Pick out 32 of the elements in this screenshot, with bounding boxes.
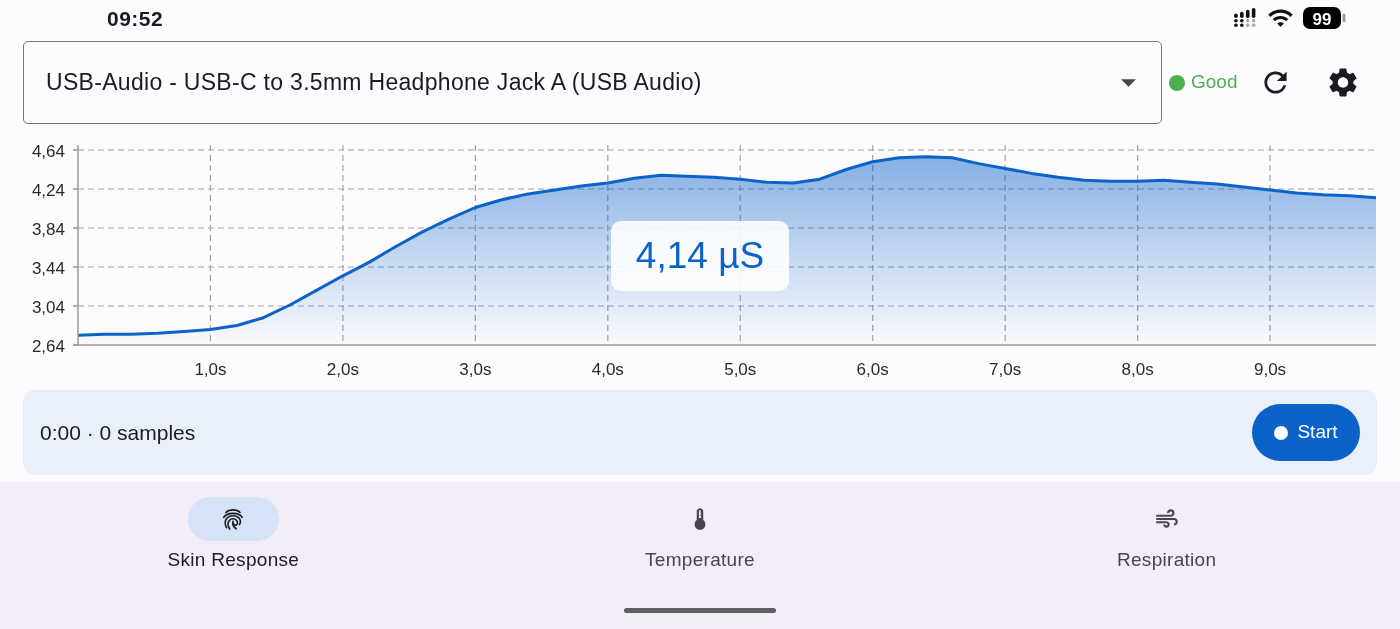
signal-icon: [1232, 8, 1258, 28]
x-axis-label: 9,0s: [1253, 360, 1287, 379]
y-axis-label: 4,64: [31, 141, 65, 161]
nav-tab[interactable]: Skin Response: [0, 482, 467, 572]
y-axis-label: 3,84: [31, 219, 65, 239]
nav-tab[interactable]: Temperature: [466, 482, 934, 572]
current-reading: 4,14 µS: [611, 221, 789, 291]
recording-summary: 0:00 · 0 samples: [40, 419, 196, 446]
x-axis-label: 7,0s: [989, 360, 1022, 379]
device-select[interactable]: USB-Audio - USB-C to 3.5mm Headphone Jack A (USB Audio): [23, 41, 1162, 124]
x-axis-label: 6,0s: [856, 360, 889, 379]
y-axis-label: 3,04: [31, 297, 65, 317]
dropdown-caret-icon: [1121, 78, 1136, 87]
x-axis-label: 5,0s: [724, 360, 757, 379]
record-dot-icon: [1274, 425, 1289, 440]
nav-tab[interactable]: Respiration: [933, 482, 1400, 572]
status-label: Good: [1191, 70, 1238, 95]
y-axis-label: 4,24: [31, 180, 65, 200]
x-axis-label: 3,0s: [459, 360, 492, 379]
settings-icon[interactable]: [1329, 68, 1358, 97]
wifi-icon: [1268, 8, 1293, 28]
fingerprint-icon: [187, 497, 279, 541]
refresh-icon[interactable]: [1263, 70, 1289, 95]
x-axis-label: 1,0s: [194, 360, 227, 379]
clock-time: 09:52: [107, 7, 164, 29]
x-axis-label: 8,0s: [1121, 360, 1154, 379]
x-axis-label: 2,0s: [326, 360, 359, 379]
y-axis-label: 2,64: [31, 336, 65, 356]
battery-indicator: 99: [1303, 7, 1346, 29]
y-axis-label: 3,44: [31, 258, 65, 278]
x-axis-label: 4,0s: [591, 360, 624, 379]
start-button[interactable]: Start: [1252, 404, 1360, 461]
